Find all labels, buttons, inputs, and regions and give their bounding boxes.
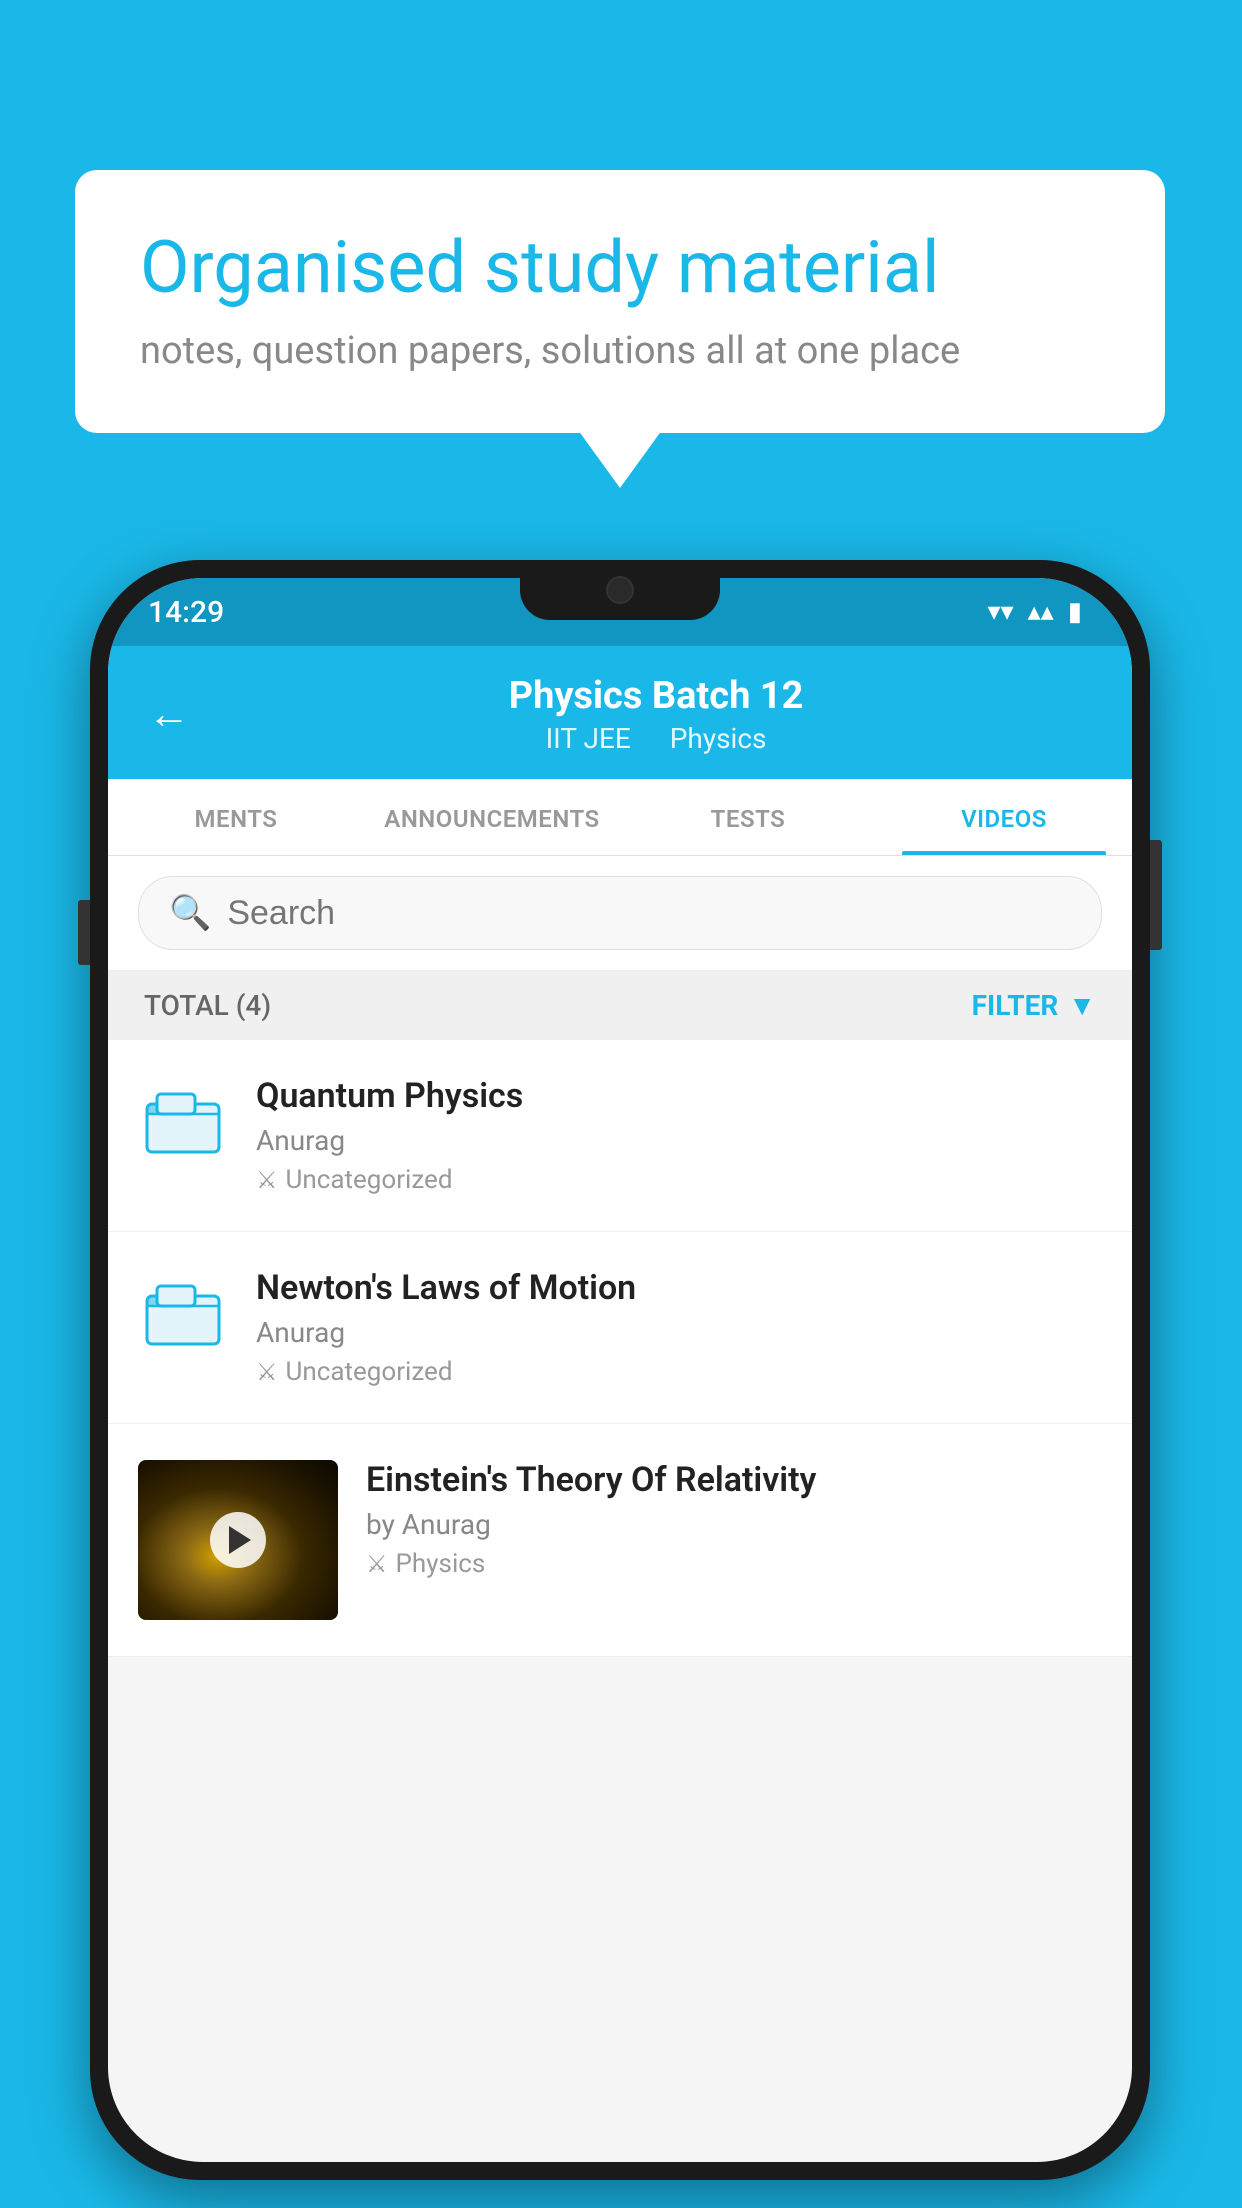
filter-icon: ▼	[1068, 989, 1096, 1022]
filter-bar: TOTAL (4) FILTER ▼	[108, 971, 1132, 1040]
header-title: Physics Batch 12	[220, 674, 1092, 718]
video-tag: ⚔ Uncategorized	[256, 1357, 1096, 1387]
phone-notch	[520, 560, 720, 620]
list-item-content: Newton's Laws of Motion Anurag ⚔ Uncateg…	[256, 1268, 1096, 1387]
total-count: TOTAL (4)	[144, 989, 271, 1022]
video-thumbnail	[138, 1460, 338, 1620]
video-author: Anurag	[256, 1316, 1096, 1349]
tab-tests[interactable]: TESTS	[620, 779, 876, 855]
content-list: Quantum Physics Anurag ⚔ Uncategorized	[108, 1040, 1132, 1657]
list-item[interactable]: Einstein's Theory Of Relativity by Anura…	[108, 1424, 1132, 1657]
back-button[interactable]: ←	[148, 690, 190, 739]
tab-ments[interactable]: MENTS	[108, 779, 364, 855]
list-item-content: Quantum Physics Anurag ⚔ Uncategorized	[256, 1076, 1096, 1195]
folder-icon	[138, 1076, 228, 1166]
header-tag2: Physics	[670, 722, 767, 755]
folder-icon	[138, 1268, 228, 1358]
camera	[606, 576, 634, 604]
video-title: Einstein's Theory Of Relativity	[366, 1460, 1096, 1500]
tab-videos[interactable]: VIDEOS	[876, 779, 1132, 855]
video-author: by Anurag	[366, 1508, 1096, 1541]
phone-frame: 14:29 ▾▾ ▴▴ ▮ ← Physics Batch 12 IIT JEE…	[90, 560, 1150, 2180]
tag-label: Uncategorized	[286, 1165, 453, 1195]
wifi-icon: ▾▾	[987, 597, 1013, 627]
tab-announcements[interactable]: ANNOUNCEMENTS	[364, 779, 620, 855]
speech-bubble: Organised study material notes, question…	[75, 170, 1165, 433]
header-center: Physics Batch 12 IIT JEE Physics	[220, 674, 1092, 755]
tag-icon: ⚔	[256, 1166, 278, 1194]
video-title: Quantum Physics	[256, 1076, 1096, 1116]
video-title: Newton's Laws of Motion	[256, 1268, 1096, 1308]
play-button[interactable]	[210, 1512, 266, 1568]
tag-label: Uncategorized	[286, 1357, 453, 1387]
search-input[interactable]	[227, 894, 1071, 933]
tab-bar: MENTS ANNOUNCEMENTS TESTS VIDEOS	[108, 779, 1132, 856]
status-time: 14:29	[148, 595, 224, 630]
power-button	[1150, 840, 1162, 950]
list-item-content: Einstein's Theory Of Relativity by Anura…	[366, 1460, 1096, 1579]
search-box: 🔍	[138, 876, 1102, 950]
header-subtitle: IIT JEE Physics	[220, 722, 1092, 755]
app-header: ← Physics Batch 12 IIT JEE Physics	[108, 646, 1132, 779]
video-author: Anurag	[256, 1124, 1096, 1157]
tag-label: Physics	[396, 1549, 486, 1579]
tag-icon: ⚔	[366, 1550, 388, 1578]
speech-bubble-title: Organised study material	[140, 225, 1100, 311]
filter-label: FILTER	[972, 989, 1059, 1022]
speech-bubble-subtitle: notes, question papers, solutions all at…	[140, 329, 1100, 373]
header-tag1: IIT JEE	[546, 722, 631, 755]
phone-screen: 14:29 ▾▾ ▴▴ ▮ ← Physics Batch 12 IIT JEE…	[108, 578, 1132, 2162]
search-container: 🔍	[108, 856, 1132, 971]
search-icon: 🔍	[169, 893, 211, 933]
list-item[interactable]: Newton's Laws of Motion Anurag ⚔ Uncateg…	[108, 1232, 1132, 1424]
video-tag: ⚔ Physics	[366, 1549, 1096, 1579]
volume-button	[78, 900, 90, 965]
filter-button[interactable]: FILTER ▼	[972, 989, 1096, 1022]
tag-icon: ⚔	[256, 1358, 278, 1386]
status-icons: ▾▾ ▴▴ ▮	[987, 597, 1082, 627]
battery-icon: ▮	[1068, 597, 1082, 627]
list-item[interactable]: Quantum Physics Anurag ⚔ Uncategorized	[108, 1040, 1132, 1232]
video-tag: ⚔ Uncategorized	[256, 1165, 1096, 1195]
signal-icon: ▴▴	[1028, 597, 1054, 627]
